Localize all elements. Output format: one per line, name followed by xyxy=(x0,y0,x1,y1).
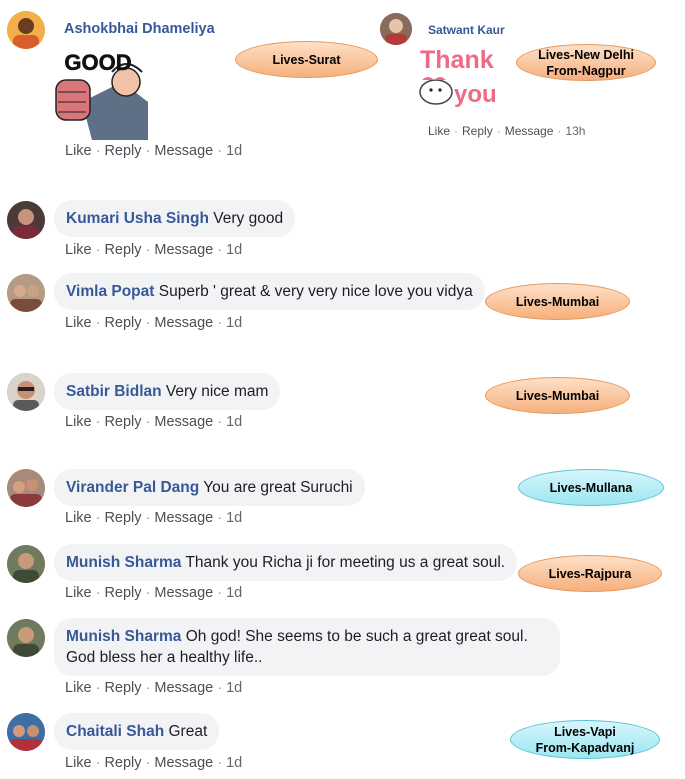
location-tag: Lives-Mullana xyxy=(518,469,664,506)
thank-you-sticker: Thank you xyxy=(418,44,500,108)
location-tag: Lives-Surat xyxy=(235,41,378,78)
avatar[interactable] xyxy=(7,713,45,751)
timestamp[interactable]: 13h xyxy=(565,124,585,138)
comment-actions: Like · Reply · Message · 1d xyxy=(65,315,243,331)
commenter-name[interactable]: Munish Sharma xyxy=(66,628,181,645)
comment-bubble: Kumari Usha Singh Very good xyxy=(54,200,296,237)
comment-actions: Like · Reply · Message · 1d xyxy=(65,680,243,696)
commenter-name[interactable]: Kumari Usha Singh xyxy=(66,210,209,227)
reply-link[interactable]: Reply xyxy=(104,585,141,601)
avatar[interactable] xyxy=(7,11,45,49)
avatar[interactable] xyxy=(7,469,45,507)
reply-link[interactable]: Reply xyxy=(104,315,141,331)
like-link[interactable]: Like xyxy=(65,585,92,601)
like-link[interactable]: Like xyxy=(65,143,92,159)
comment-bubble: Munish Sharma Oh god! She seems to be su… xyxy=(54,618,560,676)
reply-link[interactable]: Reply xyxy=(104,242,141,258)
comment-text: Very nice mam xyxy=(165,383,269,400)
like-link[interactable]: Like xyxy=(65,242,92,258)
location-tag: Lives-Mumbai xyxy=(485,283,630,320)
comment-actions: Like · Reply · Message · 1d xyxy=(65,414,243,430)
commenter-name[interactable]: Ashokbhai Dhameliya xyxy=(64,21,215,37)
timestamp[interactable]: 1d xyxy=(226,510,242,526)
comment-actions: Like · Reply · Message · 13h xyxy=(428,124,586,138)
location-tag: Lives-New Delhi From-Nagpur xyxy=(516,44,656,81)
timestamp[interactable]: 1d xyxy=(226,315,242,331)
commenter-name[interactable]: Satwant Kaur xyxy=(428,23,505,37)
timestamp[interactable]: 1d xyxy=(226,242,242,258)
like-link[interactable]: Like xyxy=(428,124,450,138)
sticker-text: GOOD xyxy=(64,50,131,75)
reply-link[interactable]: Reply xyxy=(104,680,141,696)
like-link[interactable]: Like xyxy=(65,755,92,771)
comment-bubble: Munish Sharma Thank you Richa ji for mee… xyxy=(54,544,518,581)
message-link[interactable]: Message xyxy=(154,755,213,771)
good-sticker: GOOD xyxy=(52,42,150,140)
avatar[interactable] xyxy=(7,201,45,239)
message-link[interactable]: Message xyxy=(154,414,213,430)
comment-bubble: Satbir Bidlan Very nice mam xyxy=(54,373,281,410)
avatar[interactable] xyxy=(7,373,45,411)
comment-text: Very good xyxy=(213,210,284,227)
like-link[interactable]: Like xyxy=(65,510,92,526)
location-tag: Lives-Rajpura xyxy=(518,555,662,592)
message-link[interactable]: Message xyxy=(154,242,213,258)
comment-actions: Like · Reply · Message · 1d xyxy=(65,510,243,526)
timestamp[interactable]: 1d xyxy=(226,143,242,159)
reply-link[interactable]: Reply xyxy=(104,755,141,771)
comment-bubble: Chaitali Shah Great xyxy=(54,713,220,750)
comment-bubble: Vimla Popat Superb ' great & very very n… xyxy=(54,273,485,310)
reply-link[interactable]: Reply xyxy=(104,143,141,159)
comment-actions: Like · Reply · Message · 1d xyxy=(65,755,243,771)
location-tag: Lives-Mumbai xyxy=(485,377,630,414)
comment-actions: Like · Reply · Message · 1d xyxy=(65,242,243,258)
message-link[interactable]: Message xyxy=(154,315,213,331)
sticker-text-you: you xyxy=(454,81,497,108)
reply-link[interactable]: Reply xyxy=(462,124,493,138)
comment-text: You are great Suruchi xyxy=(203,479,353,496)
commenter-name[interactable]: Vimla Popat xyxy=(66,283,154,300)
timestamp[interactable]: 1d xyxy=(226,755,242,771)
avatar[interactable] xyxy=(7,619,45,657)
message-link[interactable]: Message xyxy=(154,510,213,526)
comment-text: Superb ' great & very very nice love you… xyxy=(158,283,473,300)
message-link[interactable]: Message xyxy=(154,680,213,696)
comment-bubble: Virander Pal Dang You are great Suruchi xyxy=(54,469,365,506)
comment-text: Thank you Richa ji for meeting us a grea… xyxy=(185,554,506,571)
sticker-text-thank: Thank xyxy=(420,46,494,74)
reply-link[interactable]: Reply xyxy=(104,510,141,526)
timestamp[interactable]: 1d xyxy=(226,585,242,601)
commenter-name[interactable]: Virander Pal Dang xyxy=(66,479,199,496)
timestamp[interactable]: 1d xyxy=(226,680,242,696)
commenter-name[interactable]: Satbir Bidlan xyxy=(66,383,162,400)
like-link[interactable]: Like xyxy=(65,680,92,696)
avatar[interactable] xyxy=(7,545,45,583)
avatar[interactable] xyxy=(7,274,45,312)
timestamp[interactable]: 1d xyxy=(226,414,242,430)
commenter-name[interactable]: Chaitali Shah xyxy=(66,723,164,740)
comment-actions: Like · Reply · Message · 1d xyxy=(65,585,243,601)
like-link[interactable]: Like xyxy=(65,315,92,331)
like-link[interactable]: Like xyxy=(65,414,92,430)
message-link[interactable]: Message xyxy=(154,585,213,601)
avatar[interactable] xyxy=(380,13,412,45)
message-link[interactable]: Message xyxy=(505,124,554,138)
comment-text: Great xyxy=(168,723,208,740)
location-tag: Lives-Vapi From-Kapadvanj xyxy=(510,720,660,759)
commenter-name[interactable]: Munish Sharma xyxy=(66,554,181,571)
comment-actions: Like · Reply · Message · 1d xyxy=(65,143,243,159)
reply-link[interactable]: Reply xyxy=(104,414,141,430)
message-link[interactable]: Message xyxy=(154,143,213,159)
